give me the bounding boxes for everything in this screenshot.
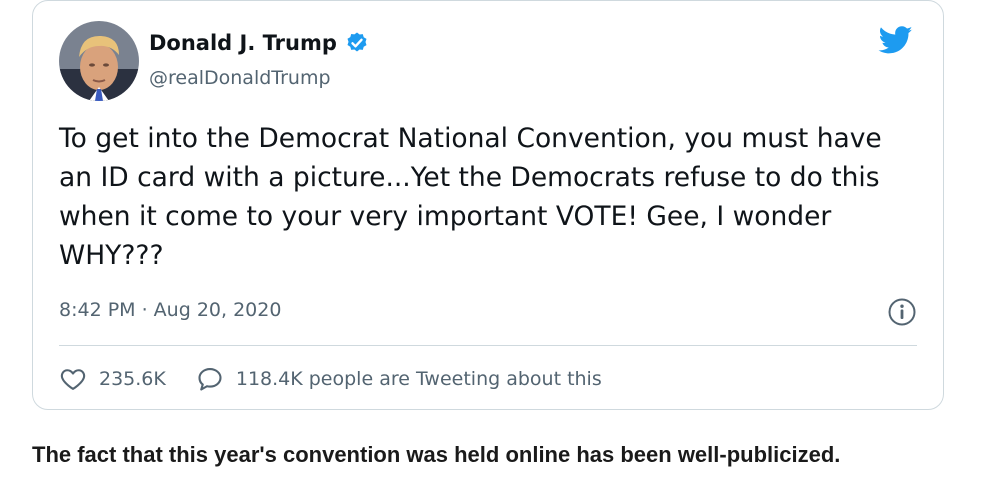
display-name-row: Donald J. Trump [149, 31, 369, 55]
heart-icon [59, 365, 87, 393]
caption-text: The fact that this year's convention was… [32, 442, 841, 467]
verified-badge-icon [345, 31, 369, 55]
like-count: 235.6K [99, 368, 166, 390]
tweeting-about-text: 118.4K people are Tweeting about this [235, 368, 602, 390]
tweet-timestamp[interactable]: 8:42 PM · Aug 20, 2020 [59, 299, 281, 321]
speech-bubble-icon [196, 365, 224, 393]
user-handle[interactable]: @realDonaldTrump [149, 67, 331, 89]
retweets-link[interactable]: 118.4K people are Tweeting about this [196, 365, 602, 393]
avatar[interactable] [59, 21, 139, 101]
display-name[interactable]: Donald J. Trump [149, 31, 337, 55]
like-button[interactable]: 235.6K [59, 365, 166, 393]
divider [59, 345, 917, 346]
avatar-portrait-image [59, 21, 139, 101]
twitter-bird-icon[interactable] [877, 23, 915, 57]
tweet-text: To get into the Democrat National Conven… [59, 123, 882, 271]
tweet-actions: 235.6K 118.4K people are Tweeting about … [59, 365, 632, 393]
info-icon[interactable] [887, 297, 917, 327]
tweet-card[interactable]: Donald J. Trump @realDonaldTrump To get … [32, 0, 944, 410]
